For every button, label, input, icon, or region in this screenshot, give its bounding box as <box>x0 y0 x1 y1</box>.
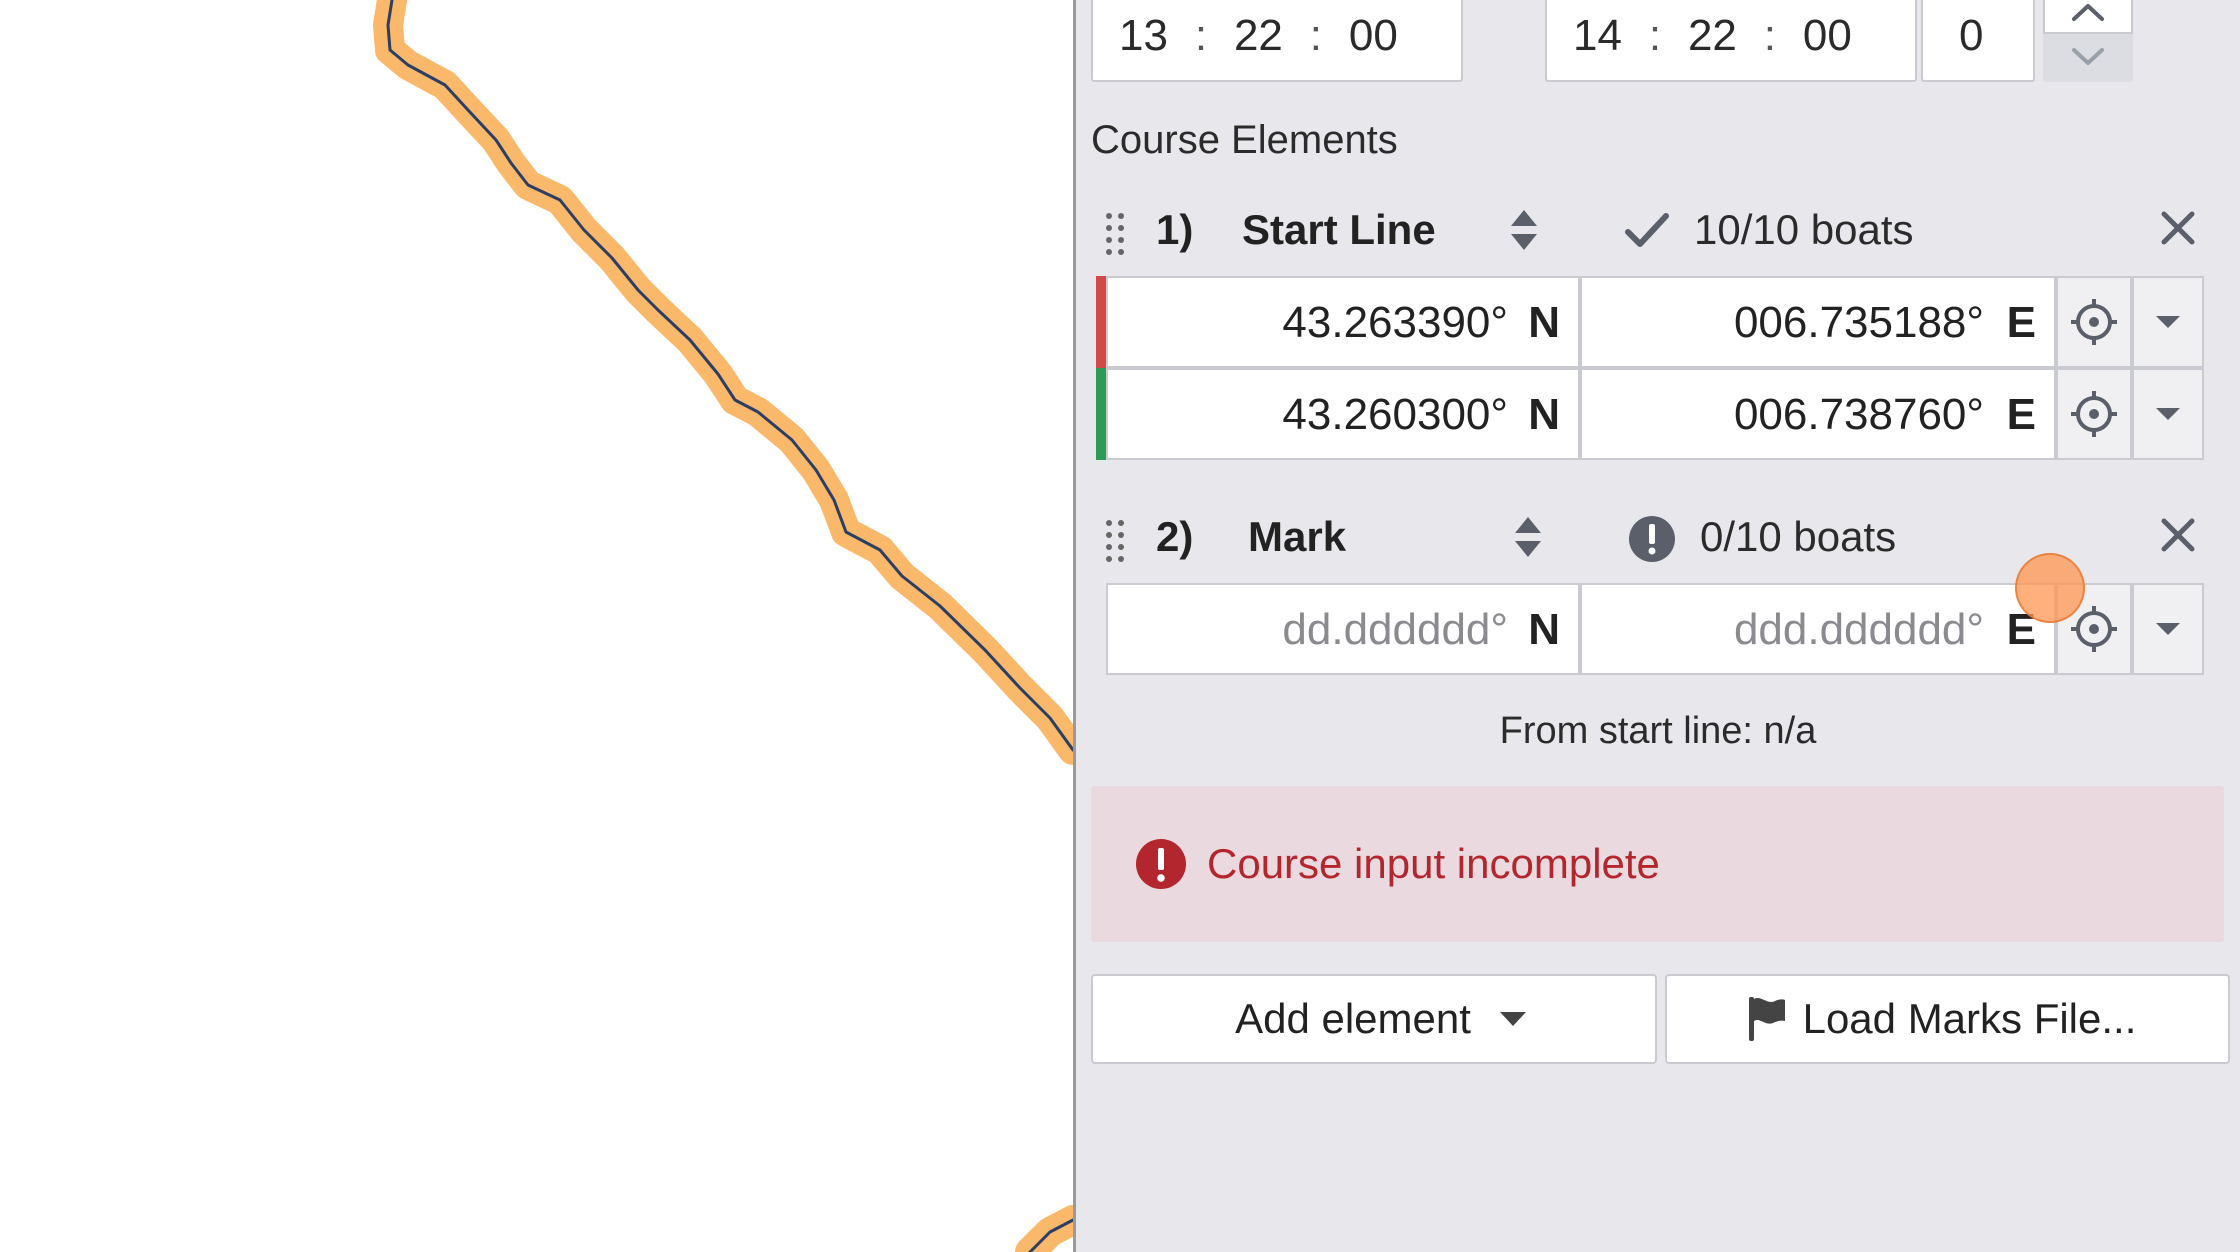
latitude-input[interactable]: 43.263390° N <box>1106 276 1580 368</box>
crosshair-icon <box>2071 606 2117 652</box>
point-menu-button[interactable] <box>2132 583 2204 675</box>
add-element-button[interactable]: Add element <box>1091 974 1657 1064</box>
start-time-input[interactable]: 13 : 22 : 00 <box>1091 0 1463 82</box>
load-marks-label: Load Marks File... <box>1802 995 2137 1042</box>
longitude-input[interactable]: 006.738760° E <box>1580 368 2056 460</box>
course-elements-title: Course Elements <box>1091 118 1398 162</box>
sort-icon[interactable] <box>1513 515 1543 559</box>
flag-icon <box>1748 997 1785 1041</box>
longitude-value: 006.735188° <box>1733 298 1984 347</box>
chevron-up-icon <box>2072 4 2104 21</box>
drag-handle-icon[interactable] <box>1104 519 1126 563</box>
alert-message: Course input incomplete <box>1207 840 1660 887</box>
offset-value: 0 <box>1959 11 1984 60</box>
longitude-hemisphere[interactable]: E <box>2007 298 2036 348</box>
chevron-down-icon <box>2072 48 2104 65</box>
start-line-pin-row: 43.263390° N 006.735188° E <box>1096 276 2204 368</box>
spin-up-button[interactable] <box>2043 0 2133 34</box>
load-marks-file-button[interactable]: Load Marks File... <box>1665 974 2230 1064</box>
caret-down-icon <box>2156 623 2180 635</box>
longitude-placeholder: ddd.dddddd° <box>1733 605 1984 654</box>
from-start-line-text: From start line: n/a <box>1499 710 1817 752</box>
element-header-start-line: 1) Start Line 10/10 boats <box>1076 198 2240 262</box>
close-icon[interactable] <box>2158 208 2198 248</box>
element-number: 1) <box>1156 206 1194 253</box>
start-seconds: 00 <box>1348 11 1398 60</box>
start-line-boat-row: 43.260300° N 006.738760° E <box>1096 368 2204 460</box>
latitude-placeholder: dd.dddddd° <box>1282 605 1508 654</box>
exclamation-circle-icon <box>1629 516 1675 562</box>
latitude-input[interactable]: 43.260300° N <box>1106 368 1580 460</box>
time-separator: : <box>1194 11 1208 60</box>
longitude-input[interactable]: ddd.dddddd° E <box>1580 583 2056 675</box>
latitude-hemisphere[interactable]: N <box>1528 298 1560 348</box>
check-icon <box>1625 213 1669 247</box>
sort-icon[interactable] <box>1509 208 1539 252</box>
point-menu-button[interactable] <box>2132 368 2204 460</box>
cursor-indicator <box>2015 553 2085 623</box>
start-hours: 13 <box>1119 11 1168 60</box>
close-icon[interactable] <box>2158 515 2198 555</box>
spin-down-button[interactable] <box>2043 34 2133 80</box>
offset-spinner <box>2043 0 2133 82</box>
latitude-hemisphere[interactable]: N <box>1528 390 1560 440</box>
add-element-label: Add element <box>1235 995 1471 1042</box>
latitude-hemisphere[interactable]: N <box>1528 605 1560 655</box>
element-name: Start Line <box>1242 206 1436 253</box>
caret-down-icon <box>1499 1012 1526 1026</box>
element-boats: 0/10 boats <box>1700 513 1897 560</box>
latitude-value: 43.263390° <box>1282 298 1508 347</box>
error-icon <box>1136 839 1186 889</box>
latitude-value: 43.260300° <box>1282 390 1508 439</box>
map-track-svg <box>373 0 1073 1252</box>
end-time-input[interactable]: 14 : 22 : 00 <box>1545 0 1917 82</box>
crosshair-icon <box>2071 299 2117 345</box>
course-panel: 13 : 22 : 00 14 : 22 : 00 0 Course Eleme… <box>1076 0 2240 1252</box>
time-separator: : <box>1763 11 1777 60</box>
end-hours: 14 <box>1573 11 1622 60</box>
course-incomplete-alert: Course input incomplete <box>1091 786 2224 942</box>
start-minutes: 22 <box>1233 11 1283 60</box>
longitude-hemisphere[interactable]: E <box>2007 390 2036 440</box>
end-seconds: 00 <box>1802 11 1852 60</box>
crosshair-icon <box>2071 391 2117 437</box>
point-menu-button[interactable] <box>2132 276 2204 368</box>
element-number: 2) <box>1156 513 1194 560</box>
element-name: Mark <box>1248 513 1347 560</box>
element-boats: 10/10 boats <box>1694 206 1914 253</box>
offset-input[interactable]: 0 <box>1921 0 2035 82</box>
pin-end-color-flag <box>1096 276 1106 368</box>
time-separator: : <box>1309 11 1323 60</box>
latitude-input[interactable]: dd.dddddd° N <box>1106 583 1580 675</box>
locate-on-map-button[interactable] <box>2056 368 2132 460</box>
longitude-input[interactable]: 006.735188° E <box>1580 276 2056 368</box>
drag-handle-icon[interactable] <box>1104 212 1126 256</box>
longitude-value: 006.738760° <box>1733 390 1984 439</box>
locate-on-map-button[interactable] <box>2056 276 2132 368</box>
caret-down-icon <box>2156 316 2180 328</box>
map-canvas[interactable] <box>0 0 1073 1252</box>
time-separator: : <box>1648 11 1662 60</box>
end-minutes: 22 <box>1687 11 1737 60</box>
boat-end-color-flag <box>1096 368 1106 460</box>
caret-down-icon <box>2156 408 2180 420</box>
